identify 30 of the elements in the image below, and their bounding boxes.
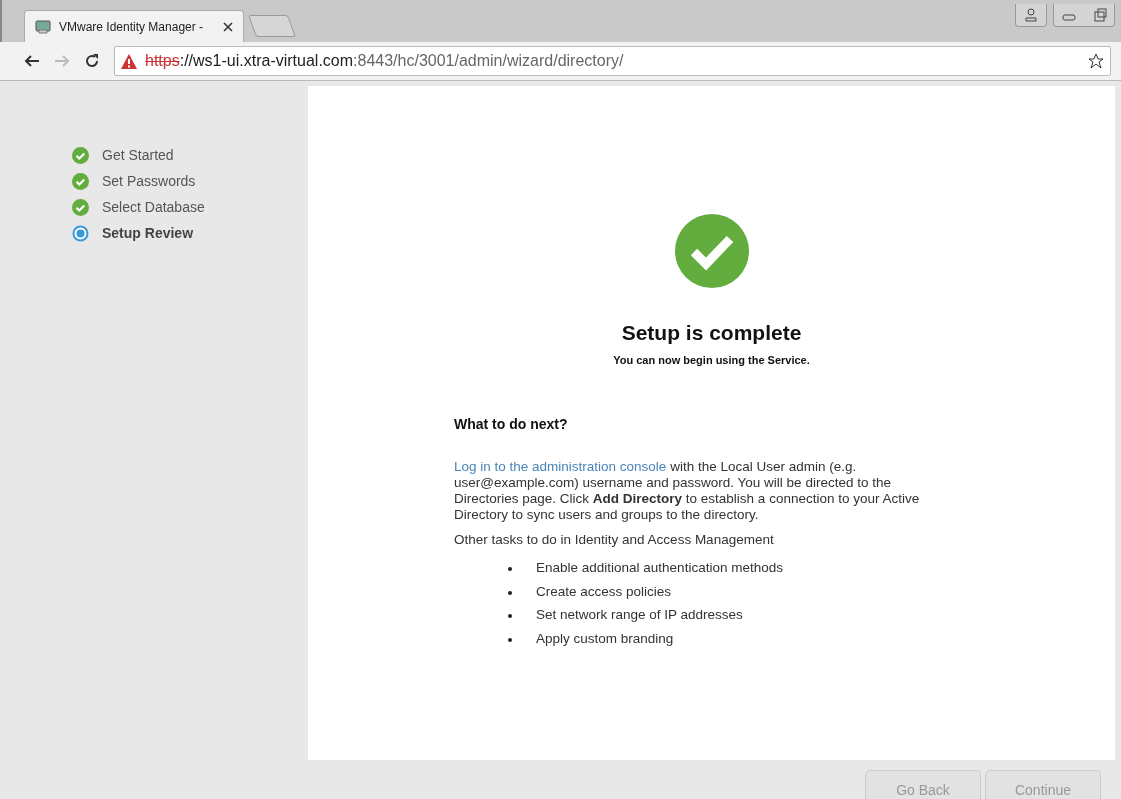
url-text: https://ws1-ui.xtra-virtual.com:8443/hc/3001/admin/wizard/directory/: [145, 52, 624, 70]
task-item: Set network range of IP addresses: [536, 607, 743, 624]
close-icon[interactable]: [223, 21, 233, 32]
task-item: Apply custom branding: [536, 630, 674, 648]
browser-tab[interactable]: VMware Identity Manager -: [24, 10, 244, 42]
new-tab-button[interactable]: [248, 15, 296, 37]
profile-button[interactable]: [1015, 4, 1047, 27]
back-button[interactable]: [24, 53, 40, 69]
step-label: Set Passwords: [102, 173, 196, 189]
console-link[interactable]: Log in to the administration console: [454, 459, 667, 474]
reload-button[interactable]: [84, 53, 100, 69]
tasks-intro: Other tasks to do in Identity and Access Management: [454, 532, 775, 548]
success-check-icon: [673, 213, 750, 289]
completion-title: Setup is complete: [621, 321, 802, 345]
task-item: Create access policies: [536, 583, 672, 601]
tab-title: VMware Identity Manager -: [59, 19, 205, 34]
task-item: Enable additional authentication methods: [536, 560, 783, 577]
bullet-icon: [508, 637, 512, 642]
step-label: Setup Review: [102, 225, 194, 241]
section-heading: What to do next?: [454, 416, 569, 432]
bullet-icon: [508, 567, 512, 571]
address-bar[interactable]: https://ws1-ui.xtra-virtual.com:8443/hc/3001/admin/wizard/directory/: [114, 46, 1111, 76]
step-label: Get Started: [102, 147, 174, 163]
tab-favicon-icon: [35, 18, 51, 35]
completion-subtitle: You can now begin using the Service.: [613, 354, 810, 366]
star-icon[interactable]: [1088, 53, 1104, 69]
bullet-icon: [508, 614, 512, 618]
instructions-paragraph: Log in to the administration console with the Local User admin (e.g. user@example.com) username and password. You will be directed to the Directories page. Click Add Directory to establish a connection to your Active Directory to sync users and groups to the directory.: [454, 459, 921, 523]
bullet-icon: [508, 590, 512, 595]
step-label: Select Database: [102, 199, 205, 215]
